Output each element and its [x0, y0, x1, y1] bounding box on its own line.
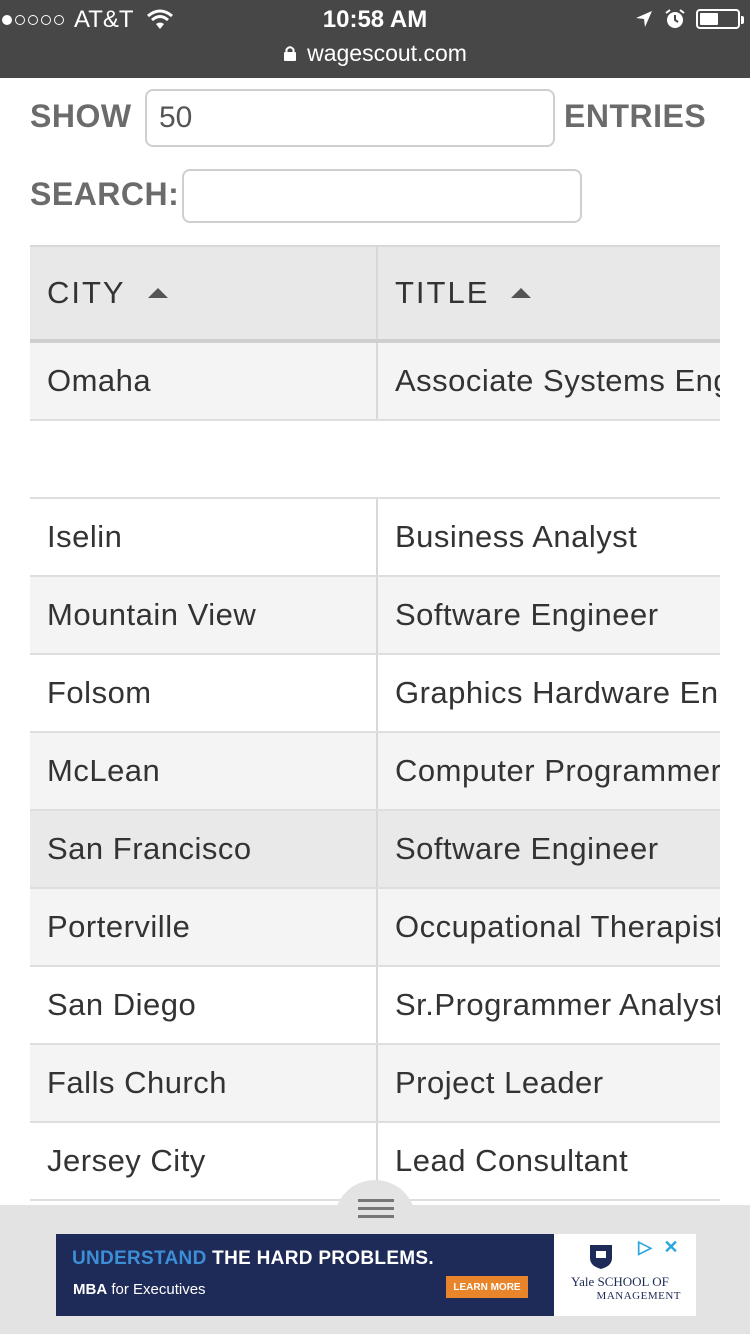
cell-title: Business Analyst	[395, 519, 638, 554]
table-row: Porterville Occupational Therapist	[30, 889, 720, 967]
column-header-city[interactable]: CITY	[30, 247, 378, 339]
lock-icon	[284, 46, 297, 61]
ad-controls: ▷ ✕	[634, 1236, 682, 1258]
status-right	[634, 8, 744, 30]
table-row: Folsom Graphics Hardware Engineer	[30, 655, 720, 733]
cell-title: Software Engineer	[395, 597, 659, 632]
ad-creative[interactable]: UNDERSTAND THE HARD PROBLEMS. MBA for Ex…	[56, 1234, 554, 1316]
cell-city: Falls Church	[30, 1045, 378, 1121]
table-row: San Diego Sr.Programmer Analyst	[30, 967, 720, 1045]
cell-city: San Diego	[30, 967, 378, 1043]
cell-title: Occupational Therapist	[395, 909, 720, 944]
learn-more-button[interactable]: LEARN MORE	[446, 1276, 528, 1298]
cell-title: Associate Systems Engineer	[395, 363, 720, 398]
status-bar: AT&T 10:58 AM wagescout.com	[0, 0, 750, 78]
cell-title: Sr.Programmer Analyst	[395, 987, 720, 1022]
cell-city: Iselin	[30, 499, 378, 575]
cell-city: McLean	[30, 733, 378, 809]
entries-count-value: 50	[159, 101, 193, 134]
close-ad-icon[interactable]: ✕	[660, 1236, 682, 1258]
table-row-empty	[30, 421, 720, 499]
cell-title: Project Leader	[395, 1065, 604, 1100]
entries-label: ENTRIES	[564, 98, 707, 134]
search-label: SEARCH:	[30, 176, 180, 212]
cell-title: Computer Programmer	[395, 753, 720, 788]
ad-banner[interactable]: UNDERSTAND THE HARD PROBLEMS. MBA for Ex…	[56, 1234, 696, 1316]
show-label: SHOW	[30, 98, 132, 134]
table-row: San Francisco Software Engineer	[30, 811, 720, 889]
table-header: CITY TITLE	[30, 245, 720, 343]
location-arrow-icon	[636, 11, 652, 27]
table-row: Falls Church Project Leader	[30, 1045, 720, 1123]
yale-shield-logo	[590, 1245, 612, 1269]
cell-city: Porterville	[30, 889, 378, 965]
ad-subline: MBA for Executives	[73, 1281, 206, 1298]
alarm-icon	[665, 9, 685, 28]
sort-ascending-icon	[147, 288, 168, 298]
menu-lines-icon	[358, 1199, 394, 1223]
table-row: McLean Computer Programmer	[30, 733, 720, 811]
address-bar[interactable]: wagescout.com	[0, 40, 750, 67]
cell-city: Jersey City	[30, 1123, 378, 1199]
yale-wordmark: Yale SCHOOL OF MANAGEMENT	[571, 1274, 681, 1302]
table-row: Iselin Business Analyst	[30, 499, 720, 577]
url-text: wagescout.com	[307, 40, 467, 66]
battery-icon	[696, 9, 744, 29]
column-header-title[interactable]: TITLE	[378, 247, 720, 339]
cell-title: Graphics Hardware Engineer	[395, 675, 720, 710]
search-input[interactable]	[182, 169, 582, 223]
entries-count-select[interactable]: 50	[145, 89, 555, 147]
cell-city: Mountain View	[30, 577, 378, 653]
cell-title: Lead Consultant	[395, 1143, 629, 1178]
cell-city: Omaha	[30, 343, 378, 419]
sort-ascending-icon	[511, 288, 532, 298]
adchoices-icon[interactable]: ▷	[634, 1236, 656, 1258]
table-row: Omaha Associate Systems Engineer	[30, 343, 720, 421]
cell-city: San Francisco	[30, 811, 378, 887]
salary-table: CITY TITLE Omaha Associate Systems Engin…	[30, 245, 720, 1201]
table-row: Mountain View Software Engineer	[30, 577, 720, 655]
cell-city: Folsom	[30, 655, 378, 731]
cell-title: Software Engineer	[395, 831, 659, 866]
ad-headline: UNDERSTAND THE HARD PROBLEMS.	[72, 1248, 434, 1269]
